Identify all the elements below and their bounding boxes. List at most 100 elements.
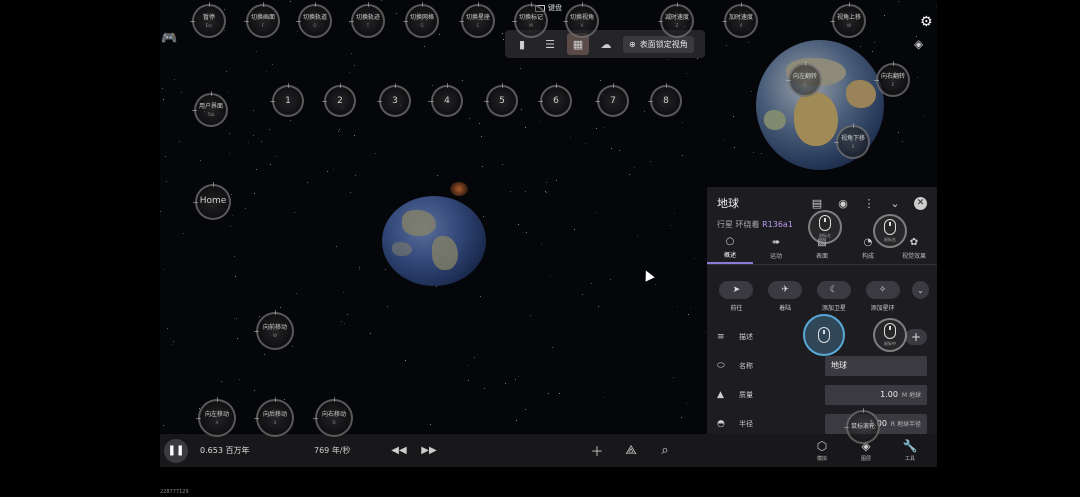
- vbtn-2[interactable]: 切换画面 F: [244, 2, 280, 38]
- move-button-1[interactable]: 向左移动 A: [196, 397, 236, 437]
- close-icon[interactable]: ✕: [914, 196, 927, 210]
- virtual-button-key: A: [215, 420, 219, 425]
- tab-0[interactable]: ○ 概述: [707, 233, 753, 264]
- tool-0[interactable]: ⬡ 模拟: [809, 439, 835, 462]
- vbtn-10[interactable]: 加时速度 X: [722, 2, 758, 38]
- star: [559, 392, 560, 394]
- land-north-america: [402, 210, 436, 236]
- star: [573, 229, 575, 231]
- star: [924, 114, 926, 116]
- mouse-ring-active[interactable]: [803, 314, 845, 356]
- sliders-icon[interactable]: ☰: [539, 33, 561, 55]
- star: [350, 53, 352, 54]
- globe-button-2[interactable]: 视角下移 S: [834, 123, 870, 159]
- star: [238, 379, 240, 381]
- globe-button-0[interactable]: 向左翻转 Q: [786, 61, 822, 97]
- search-icon[interactable]: ⌕: [657, 443, 673, 459]
- action-label: 前往: [730, 305, 743, 312]
- number-button-2[interactable]: 2: [322, 83, 356, 117]
- vbtn-1[interactable]: 暂停 Esc: [190, 2, 226, 38]
- property-field-2[interactable]: 1.00 M 地球: [825, 384, 927, 405]
- mouse-icon: [819, 215, 831, 231]
- number-button-3[interactable]: 3: [377, 83, 411, 117]
- star: [374, 153, 376, 155]
- more-actions-chevron-icon[interactable]: ⌄: [911, 281, 930, 299]
- star: [469, 117, 471, 119]
- number-button-7[interactable]: 7: [595, 83, 629, 117]
- more-vertical-icon[interactable]: ⋮: [862, 196, 876, 210]
- action-1[interactable]: ✈ 着陆: [764, 281, 807, 312]
- number-button-6[interactable]: 6: [538, 83, 572, 117]
- eye-icon[interactable]: ◉: [836, 196, 850, 210]
- tool-label: 模拟: [816, 456, 827, 462]
- virtual-button-label: 切换视角: [569, 14, 594, 21]
- land-south-america: [432, 236, 458, 270]
- vbtn-8[interactable]: 切换视角 V: [563, 2, 599, 38]
- vbtn-3[interactable]: 切换轨道 O: [296, 2, 332, 38]
- parent-star-link[interactable]: R136a1: [762, 220, 793, 229]
- rewind-button[interactable]: ◀◀: [384, 445, 414, 456]
- surface-lock-view-button[interactable]: ⊕ 表面锁定视角: [623, 35, 694, 53]
- star: [385, 268, 387, 270]
- vbtn-9[interactable]: 减时速度 Z: [658, 2, 694, 38]
- star: [437, 175, 438, 177]
- star: [468, 365, 469, 366]
- simulation-time: 0.653 百万年: [200, 446, 250, 455]
- action-0[interactable]: ➤ 前往: [715, 281, 758, 312]
- action-3[interactable]: ✧ 添加星环: [861, 281, 904, 312]
- tab-label: 运动: [769, 253, 782, 260]
- move-button-2[interactable]: 向后移动 S: [254, 397, 294, 437]
- number-button-5[interactable]: 5: [484, 83, 518, 117]
- star: [166, 328, 168, 330]
- home-button[interactable]: Home: [193, 182, 231, 220]
- add-description-button[interactable]: +: [905, 328, 927, 345]
- star: [654, 284, 656, 286]
- virtual-button-label: 加时速度: [728, 14, 753, 21]
- vbtn-7[interactable]: 切换标记 M: [512, 2, 548, 38]
- cloud-icon[interactable]: ☁: [595, 33, 617, 55]
- number-button-4[interactable]: 4: [429, 83, 463, 117]
- mouse-ring-bottom[interactable]: 鼠标滚轮: [844, 408, 880, 444]
- land-africa: [794, 92, 838, 146]
- number-button-1[interactable]: 1: [270, 83, 304, 117]
- mouse-ring-right[interactable]: 鼠标右: [873, 214, 907, 248]
- star: [424, 45, 426, 47]
- star: [333, 169, 335, 171]
- mouse-ring-middle[interactable]: 鼠标中: [873, 318, 907, 352]
- gamepad-icon[interactable]: 🎮: [161, 31, 181, 47]
- star: [591, 283, 593, 285]
- gear-icon[interactable]: ⚙: [920, 14, 936, 30]
- earth-planet[interactable]: [382, 182, 486, 286]
- star: [525, 409, 526, 411]
- virtual-button-label: 向左翻转: [792, 73, 817, 80]
- vbtn-11[interactable]: 视角上移 W: [830, 2, 866, 38]
- star: [610, 278, 611, 280]
- star: [480, 295, 482, 297]
- pause-button[interactable]: ❚❚: [164, 438, 188, 463]
- chevron-down-icon[interactable]: ⌄: [888, 196, 902, 210]
- vbtn-4[interactable]: 切换轨迹 T: [349, 2, 385, 38]
- move-button-0[interactable]: 向前移动 W: [254, 310, 294, 350]
- number-button-8[interactable]: 8: [648, 83, 682, 117]
- star: [231, 194, 233, 196]
- star: [747, 41, 749, 43]
- vbtn-5[interactable]: 切换网格 G: [403, 2, 439, 38]
- layers-icon[interactable]: ◈: [914, 37, 930, 53]
- globe-button-1[interactable]: 向右翻转 E: [874, 61, 910, 97]
- tool-2[interactable]: 🔧 工具: [897, 439, 923, 462]
- fast-forward-button[interactable]: ▶▶: [414, 445, 444, 456]
- mouse-ring-left[interactable]: 鼠标左: [808, 210, 842, 244]
- tab-1[interactable]: ➠ 运动: [753, 233, 799, 264]
- star: [232, 214, 233, 216]
- move-button-3[interactable]: 向右移动 D: [313, 397, 353, 437]
- vbtn-6[interactable]: 切换星座 C: [459, 2, 495, 38]
- ui-toggle-button[interactable]: 用户界面 Tab: [192, 91, 228, 127]
- star: [432, 85, 434, 87]
- add-icon[interactable]: ＋: [589, 443, 605, 460]
- property-field-1[interactable]: 地球: [825, 355, 927, 376]
- action-2[interactable]: ☾ 添加卫星: [812, 281, 855, 312]
- property-row-3: ◓半径1.00R 地球半径: [707, 409, 937, 434]
- sidebar-toggle-icon[interactable]: ▤: [810, 196, 824, 210]
- star: [370, 332, 372, 334]
- network-icon[interactable]: ⟁: [623, 443, 639, 459]
